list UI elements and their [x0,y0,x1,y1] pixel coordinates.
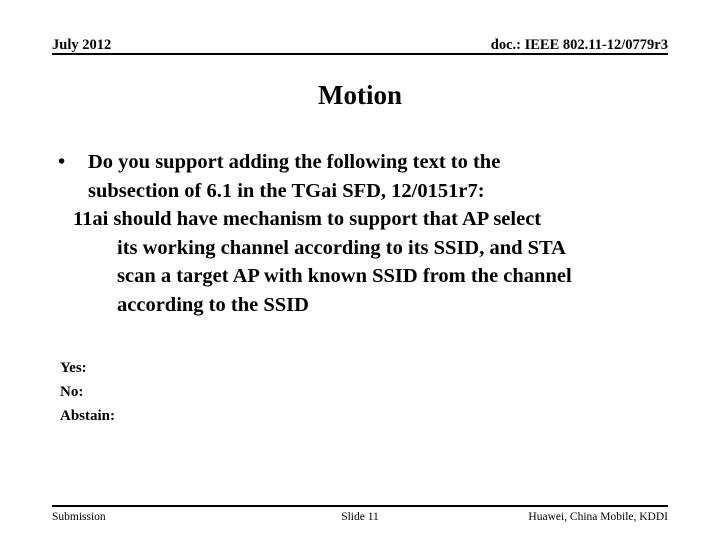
vote-yes-label: Yes: [60,360,87,376]
quote-line-4: according to the SSID [117,293,309,316]
header-date: July 2012 [52,36,112,53]
bullet-line-1: Do you support adding the following text… [88,151,501,173]
quote-line-3: scan a target AP with known SSID from th… [117,265,572,287]
slide-header: July 2012 doc.: IEEE 802.11-12/0779r3 [52,30,668,55]
bullet-line-2: subsection of 6.1 in the TGai SFD, 12/01… [88,179,485,202]
bullet-item: • Do you support adding the following te… [52,148,682,205]
vote-no-label: No: [60,384,84,400]
quote-line-2: its working channel according to its SSI… [117,236,566,259]
quoted-text-block: 11ai should have mechanism to support th… [52,205,682,319]
vote-tally-block: Yes: No: Abstain: [60,356,115,428]
header-document-id: doc.: IEEE 802.11-12/0779r3 [490,36,668,53]
slide-footer: Submission Slide 11 Huawei, China Mobile… [52,505,668,524]
slide-body: • Do you support adding the following te… [52,148,682,319]
vote-abstain-label: Abstain: [60,408,116,424]
bullet-point-icon: • [58,151,66,173]
slide-canvas: July 2012 doc.: IEEE 802.11-12/0779r3 Mo… [0,0,720,540]
footer-submission-label: Submission [52,511,106,523]
footer-slide-number: Slide 11 [341,511,379,523]
quote-line-1: 11ai should have mechanism to support th… [73,208,542,230]
footer-authors: Huawei, China Mobile, KDDI [528,511,668,523]
page-title: Motion [318,80,402,110]
